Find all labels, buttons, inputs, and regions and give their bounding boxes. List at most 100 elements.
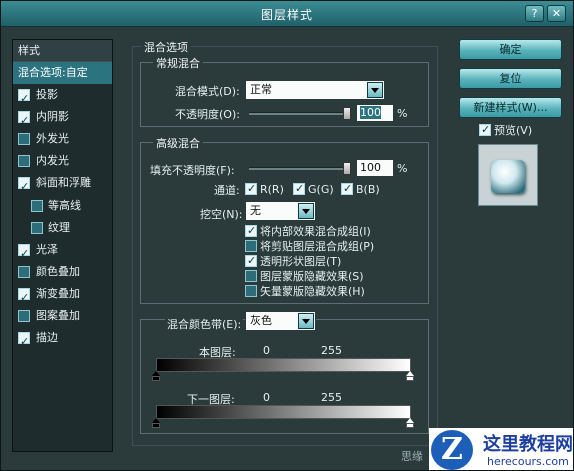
- chevron-down-icon[interactable]: [367, 82, 383, 98]
- watermark-url: herecours.com: [487, 455, 569, 468]
- fill-opacity-percent: %: [397, 162, 408, 175]
- watermark-brand: 这里教程网: [483, 434, 573, 455]
- underlying-layer-white-stop-base[interactable]: [406, 423, 414, 428]
- check-icon[interactable]: ✓: [18, 287, 30, 304]
- vector-mask-hides-checkbox[interactable]: 矢量蒙版隐藏效果(H): [245, 283, 365, 298]
- checkbox-empty-icon[interactable]: [18, 155, 30, 168]
- check-icon[interactable]: ✓: [245, 254, 257, 267]
- style-item-label: 等高线: [48, 198, 81, 212]
- check-icon[interactable]: ✓: [18, 89, 30, 105]
- blend-if-select[interactable]: 灰色: [245, 311, 316, 331]
- style-item[interactable]: 外发光: [13, 128, 112, 150]
- this-layer-gradient[interactable]: [156, 358, 411, 372]
- opacity-percent: %: [397, 107, 408, 120]
- channel-r-checkbox[interactable]: ✓ R(R): [245, 181, 284, 196]
- layer-mask-hides-checkbox[interactable]: 图层蒙版隐藏效果(S): [245, 268, 364, 283]
- check-icon[interactable]: ✓: [245, 224, 257, 237]
- style-item[interactable]: ✓ 渐变叠加: [13, 283, 112, 305]
- close-button[interactable]: ✕: [547, 5, 566, 22]
- blend-if-label: 混合颜色带(E):: [165, 316, 244, 332]
- underlying-layer-min: 0: [263, 391, 270, 404]
- chevron-down-icon[interactable]: [298, 203, 314, 219]
- checkbox-empty-icon[interactable]: [245, 270, 257, 282]
- this-layer-max: 255: [321, 344, 342, 357]
- advanced-blending-title: 高级混合: [153, 135, 203, 151]
- knockout-value: 无: [250, 204, 261, 217]
- style-item[interactable]: 图案叠加: [13, 305, 112, 327]
- style-item-label: 纹理: [48, 220, 70, 234]
- opacity-label: 不透明度(O):: [175, 108, 240, 121]
- blend-if-value: 灰色: [250, 314, 272, 327]
- blend-interior-effects-checkbox[interactable]: ✓ 将内部效果混合成组(I): [245, 223, 371, 238]
- check-icon[interactable]: ✓: [293, 182, 305, 195]
- checkbox-empty-icon[interactable]: [245, 285, 257, 297]
- check-icon[interactable]: ✓: [18, 332, 30, 348]
- dialog-title: 图层样式: [260, 8, 313, 22]
- styles-list: 样式 混合选项:自定 ✓ 投影 ✓ 内阴影 外发光 内发光 ✓ 斜面和浮雕 等高线 纹理 ✓ 光泽 颜色…: [12, 39, 113, 452]
- this-layer-black-stop-base[interactable]: [152, 376, 160, 381]
- checkbox-empty-icon[interactable]: [18, 265, 30, 278]
- check-icon[interactable]: ✓: [18, 243, 30, 260]
- style-item-label: 斜面和浮雕: [36, 176, 91, 190]
- ok-button[interactable]: 确定: [459, 39, 562, 60]
- style-item[interactable]: 等高线: [13, 195, 112, 217]
- channel-b-checkbox[interactable]: ✓ B(B): [341, 181, 380, 196]
- blend-mode-select[interactable]: 正常: [245, 80, 385, 100]
- transparency-shapes-checkbox[interactable]: ✓ 透明形状图层(T): [245, 253, 341, 268]
- check-icon[interactable]: ✓: [341, 182, 353, 195]
- fill-opacity-label: 填充不透明度(F):: [150, 164, 235, 177]
- style-item[interactable]: 纹理: [13, 217, 112, 239]
- chevron-down-icon[interactable]: [298, 313, 314, 329]
- underlying-layer-gradient[interactable]: [156, 405, 411, 419]
- new-style-button[interactable]: 新建样式(W)...: [459, 97, 562, 118]
- watermark-badge: Z 这里教程网 herecours.com: [429, 428, 573, 470]
- blend-mode-value: 正常: [250, 83, 272, 96]
- checkbox-empty-icon[interactable]: [31, 221, 43, 234]
- reset-button[interactable]: 复位: [459, 68, 562, 89]
- style-item-label: 颜色叠加: [36, 264, 80, 278]
- help-button[interactable]: ?: [525, 5, 544, 22]
- fill-opacity-slider-thumb[interactable]: [343, 162, 351, 175]
- check-icon[interactable]: ✓: [245, 182, 257, 195]
- style-item[interactable]: ✓ 光泽: [13, 239, 112, 261]
- style-item[interactable]: ✓ 内阴影: [13, 106, 112, 128]
- style-item-label: 图案叠加: [36, 309, 80, 323]
- channel-g-checkbox[interactable]: ✓ G(G): [293, 181, 334, 196]
- style-item[interactable]: ✓ 描边: [13, 327, 112, 349]
- knockout-select[interactable]: 无: [245, 201, 316, 221]
- style-item-label: 描边: [36, 331, 58, 345]
- opacity-slider[interactable]: [249, 107, 351, 120]
- watermark-logo-icon: Z: [431, 430, 473, 470]
- title-bar[interactable]: 图层样式 ? ✕: [1, 1, 573, 27]
- fill-opacity-slider[interactable]: [249, 162, 351, 175]
- opacity-input[interactable]: 100: [356, 104, 394, 122]
- layer-style-dialog: 图层样式 ? ✕ 样式 混合选项:自定 ✓ 投影 ✓ 内阴影 外发光 内发光 ✓ 斜面和浮雕等…: [0, 0, 574, 471]
- check-icon[interactable]: ✓: [18, 111, 30, 127]
- knockout-label: 挖空(N):: [200, 208, 243, 221]
- check-icon[interactable]: ✓: [18, 177, 30, 193]
- this-layer-white-stop-base[interactable]: [406, 376, 414, 381]
- opacity-slider-thumb[interactable]: [343, 107, 351, 120]
- checkbox-empty-icon[interactable]: [18, 310, 30, 323]
- preview-check-icon[interactable]: ✓: [479, 123, 491, 136]
- style-item[interactable]: ✓ 投影: [13, 84, 112, 106]
- style-item-blending-options[interactable]: 混合选项:自定: [13, 62, 112, 85]
- styles-header[interactable]: 样式: [13, 40, 112, 62]
- checkbox-empty-icon[interactable]: [31, 199, 43, 212]
- style-item[interactable]: 颜色叠加: [13, 261, 112, 283]
- blending-options-title: 混合选项: [141, 39, 191, 55]
- style-item[interactable]: ✓ 斜面和浮雕: [13, 172, 112, 194]
- checkbox-empty-icon[interactable]: [245, 240, 257, 252]
- blend-clipped-layers-checkbox[interactable]: 将剪贴图层混合成组(P): [245, 238, 374, 253]
- style-item-label: 内阴影: [36, 110, 69, 124]
- general-blending-title: 常规混合: [153, 55, 203, 71]
- style-item-label: 渐变叠加: [36, 286, 80, 300]
- underlying-layer-black-stop-base[interactable]: [152, 423, 160, 428]
- style-item[interactable]: 内发光: [13, 150, 112, 172]
- fill-opacity-input[interactable]: 100: [356, 159, 394, 177]
- checkbox-empty-icon[interactable]: [18, 133, 30, 146]
- preview-checkbox[interactable]: ✓ 预览(V): [479, 122, 532, 138]
- this-layer-min: 0: [263, 344, 270, 357]
- style-preview: [478, 144, 538, 206]
- preview-label: 预览(V): [494, 124, 533, 137]
